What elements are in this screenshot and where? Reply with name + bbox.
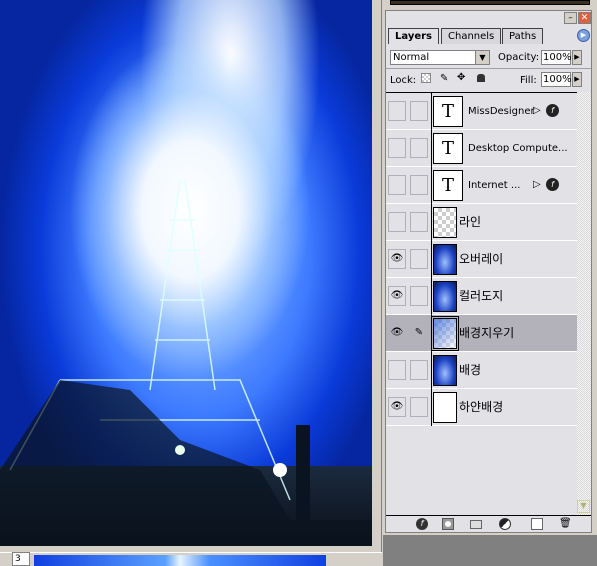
visibility-toggle[interactable] — [388, 138, 406, 158]
workspace-gray — [383, 535, 597, 566]
visibility-toggle[interactable] — [388, 175, 406, 195]
add-layer-style-icon[interactable]: f — [416, 518, 428, 530]
visibility-toggle[interactable] — [388, 360, 406, 380]
layer-name: Desktop Compute... — [468, 143, 568, 154]
tab-paths[interactable]: Paths — [502, 28, 544, 44]
divider — [431, 204, 432, 241]
lock-brush-icon[interactable]: ✎ — [440, 73, 448, 84]
layer-thumbnail — [431, 316, 459, 351]
lock-all-icon[interactable] — [477, 74, 485, 82]
opacity-slider-button[interactable]: ▶ — [572, 50, 582, 65]
layer-row[interactable]: 👁 하얀배경 — [386, 389, 577, 426]
link-toggle[interactable] — [410, 249, 428, 269]
divider — [431, 315, 432, 352]
layers-scrollbar[interactable] — [577, 92, 591, 515]
layer-thumbnail — [433, 392, 457, 423]
divider — [431, 130, 432, 167]
divider — [431, 241, 432, 278]
adjustment-layer-icon[interactable] — [499, 518, 511, 530]
add-mask-icon[interactable] — [442, 518, 454, 530]
close-button[interactable]: ✕ — [578, 12, 591, 24]
document-window — [0, 0, 382, 552]
layer-name: 오버레이 — [459, 252, 504, 266]
layer-name: MissDesigner — [468, 106, 535, 117]
layer-row[interactable]: T Internet ... ▷ f — [386, 167, 577, 204]
new-group-folder-icon[interactable] — [470, 520, 482, 529]
layers-toolbar: f 🗑 — [386, 515, 591, 532]
layer-name: 배경 — [459, 363, 482, 377]
opacity-label: Opacity: — [498, 52, 540, 63]
layer-thumbnail: T — [433, 96, 463, 127]
eye-icon[interactable]: 👁 — [388, 323, 406, 343]
second-document-preview — [34, 555, 326, 566]
layer-effects-icon: f — [546, 178, 559, 191]
brush-icon[interactable]: ✎ — [410, 323, 428, 343]
chevron-down-icon: ▼ — [475, 51, 489, 64]
divider — [431, 352, 432, 389]
layer-thumbnail — [433, 207, 457, 238]
layer-thumbnail — [433, 355, 457, 386]
oil-rig-illustration — [0, 179, 372, 546]
scroll-down-button[interactable]: ▼ — [577, 500, 590, 513]
lock-move-icon[interactable]: ✥ — [457, 72, 465, 83]
fill-slider-button[interactable]: ▶ — [572, 72, 582, 87]
eye-icon[interactable]: 👁 — [388, 397, 406, 417]
link-toggle[interactable] — [410, 212, 428, 232]
new-layer-icon[interactable] — [531, 518, 543, 530]
panel-tabs: Layers Channels Paths — [388, 28, 588, 44]
visibility-toggle[interactable] — [388, 101, 406, 121]
layer-name: 컬러도지 — [459, 289, 504, 303]
canvas-image[interactable] — [0, 0, 372, 546]
blend-mode-select[interactable]: Normal ▼ — [390, 50, 490, 65]
eye-icon[interactable]: 👁 — [388, 249, 406, 269]
visibility-toggle[interactable] — [388, 212, 406, 232]
layer-row[interactable]: 👁 컬러도지 — [386, 278, 577, 315]
layer-name: 하얀배경 — [459, 400, 504, 414]
lock-transparency-icon[interactable] — [421, 73, 431, 83]
layer-row[interactable]: 👁 ✎ 배경지우기 — [386, 315, 577, 352]
layer-name: 배경지우기 — [459, 326, 515, 340]
link-toggle[interactable] — [410, 360, 428, 380]
layer-thumbnail: T — [433, 133, 463, 164]
link-toggle[interactable] — [410, 286, 428, 306]
navigator-panel-edge — [390, 0, 590, 5]
divider — [386, 68, 591, 69]
expand-effects-icon[interactable]: ▷ — [533, 179, 541, 190]
expand-effects-icon[interactable]: ▷ — [533, 105, 541, 116]
layer-thumbnail: T — [433, 170, 463, 201]
panel-menu-button[interactable]: ▶ — [577, 29, 590, 42]
link-toggle[interactable] — [410, 175, 428, 195]
divider — [431, 389, 432, 426]
fill-label: Fill: — [520, 75, 537, 86]
zoom-field[interactable]: 3 — [12, 552, 30, 566]
layer-name: Internet ... — [468, 180, 521, 191]
minimize-button[interactable]: – — [564, 12, 577, 24]
fill-input[interactable]: 100% — [541, 72, 572, 87]
layer-thumbnail — [433, 281, 457, 312]
layers-list: T MissDesigner ▷ f T Desktop Compute... T Inter… — [386, 92, 577, 515]
opacity-input[interactable]: 100% — [541, 50, 572, 65]
trash-icon[interactable]: 🗑 — [559, 518, 572, 530]
tab-layers[interactable]: Layers — [388, 28, 439, 44]
divider — [431, 278, 432, 315]
blend-mode-value: Normal — [393, 52, 430, 63]
layer-effects-icon: f — [546, 104, 559, 117]
layer-row[interactable]: T Desktop Compute... — [386, 130, 577, 167]
tab-channels[interactable]: Channels — [441, 28, 502, 44]
layer-row[interactable]: T MissDesigner ▷ f — [386, 93, 577, 130]
eye-icon[interactable]: 👁 — [388, 286, 406, 306]
layer-row[interactable]: 배경 — [386, 352, 577, 389]
layer-row[interactable]: 라인 — [386, 204, 577, 241]
link-toggle[interactable] — [410, 397, 428, 417]
layer-row[interactable]: 👁 오버레이 — [386, 241, 577, 278]
layer-thumbnail — [433, 244, 457, 275]
layer-name: 라인 — [459, 215, 482, 229]
link-toggle[interactable] — [410, 101, 428, 121]
link-toggle[interactable] — [410, 138, 428, 158]
lock-label: Lock: — [390, 75, 417, 86]
divider — [431, 167, 432, 204]
divider — [431, 93, 432, 130]
